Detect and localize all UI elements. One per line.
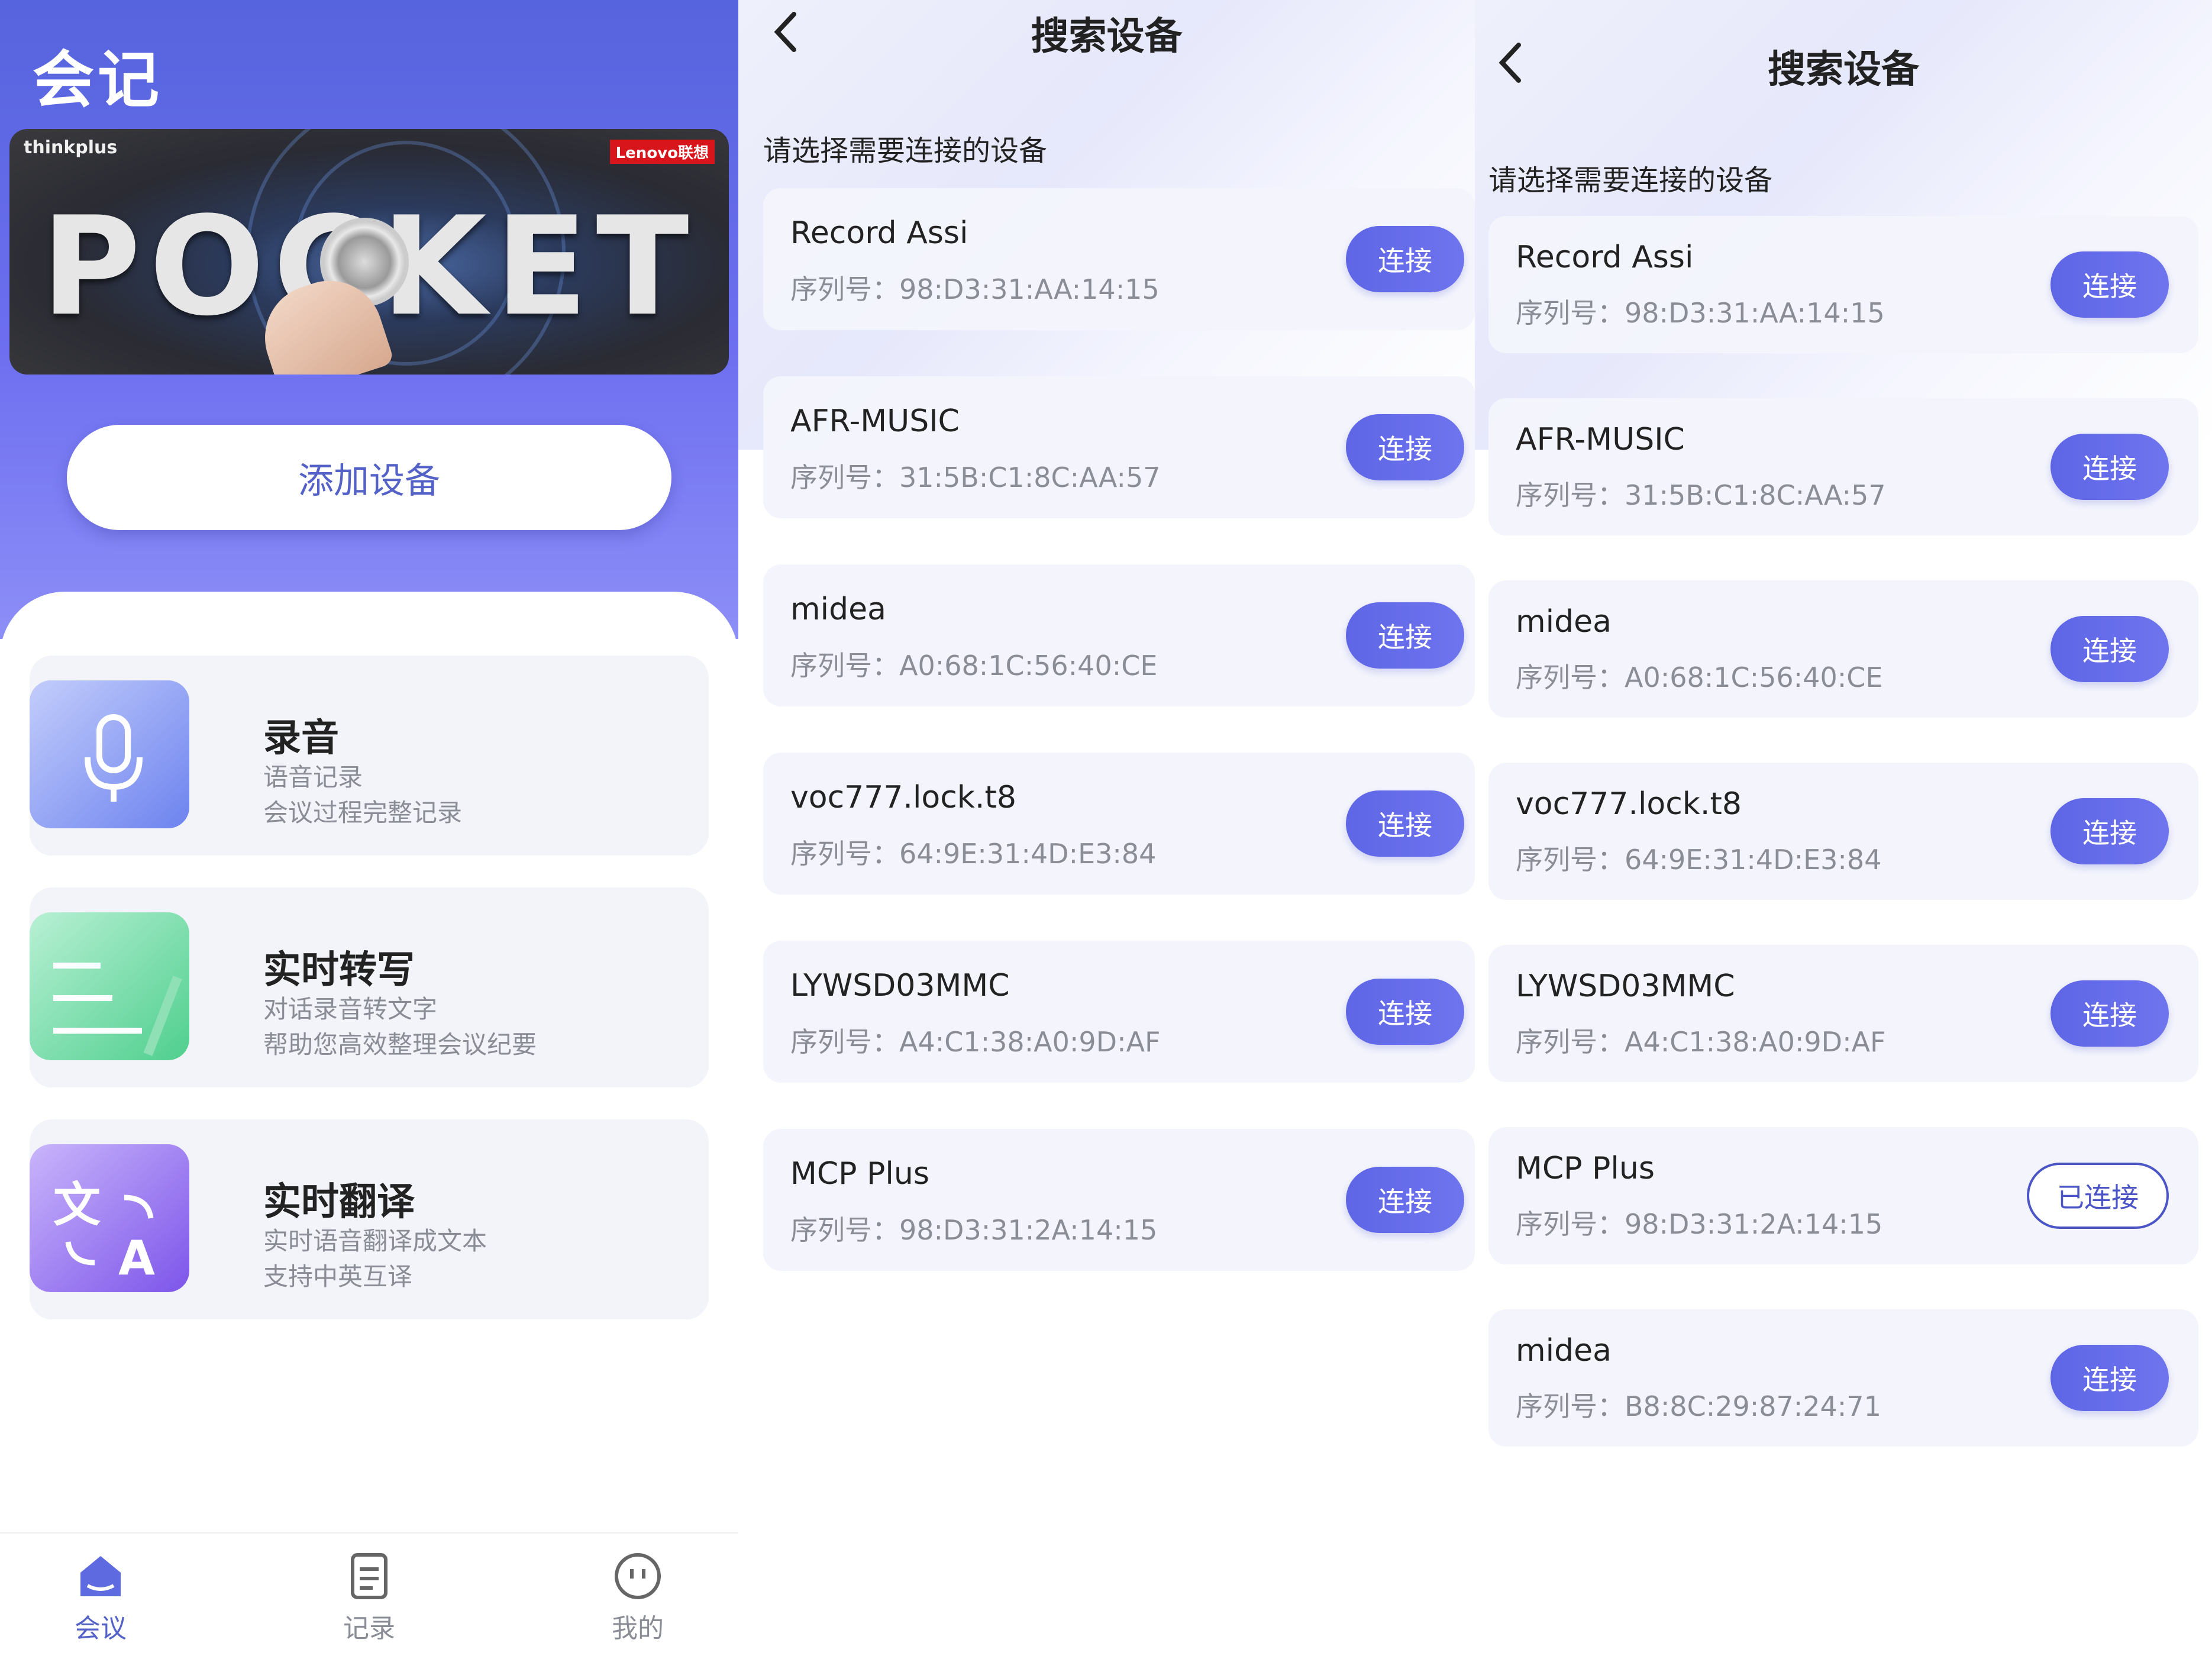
tab-records[interactable]: 记录 <box>310 1551 428 1645</box>
meeting-home-icon <box>76 1551 125 1601</box>
tab-label: 会议 <box>75 1613 127 1644</box>
profile-face-icon <box>613 1551 663 1601</box>
connect-button[interactable]: 连接 <box>2050 980 2169 1047</box>
feature-card-recording[interactable]: 录音 语音记录 会议过程完整记录 <box>30 656 709 856</box>
device-serial: 序列号：98:D3:31:AA:14:15 <box>790 273 1160 305</box>
connect-button[interactable]: 连接 <box>2050 1345 2169 1411</box>
device-name: Record Assi <box>1516 240 1694 275</box>
device-card: MCP Plus 序列号：98:D3:31:2A:14:15 已连接 <box>1488 1127 2198 1264</box>
device-name: MCP Plus <box>790 1156 929 1192</box>
thinkplus-logo: thinkplus <box>24 137 118 158</box>
search-devices-screen-connected: 搜索设备 请选择需要连接的设备 Record Assi 序列号：98:D3:31:… <box>1475 0 2212 1659</box>
device-serial: 序列号：64:9E:31:4D:E3:84 <box>1516 844 1882 876</box>
connect-button[interactable]: 连接 <box>1346 602 1464 669</box>
device-serial: 序列号：31:5B:C1:8C:AA:57 <box>790 461 1161 493</box>
translate-icon: 文 A <box>30 1144 189 1292</box>
device-serial: 序列号：A4:C1:38:A0:9D:AF <box>790 1026 1161 1058</box>
connect-button[interactable]: 连接 <box>1346 1167 1464 1233</box>
connect-button[interactable]: 连接 <box>1346 226 1464 292</box>
device-card: Record Assi 序列号：98:D3:31:AA:14:15 连接 <box>1488 216 2198 353</box>
device-name: voc777.lock.t8 <box>1516 786 1742 822</box>
device-name: LYWSD03MMC <box>790 968 1010 1003</box>
connect-button[interactable]: 连接 <box>1346 414 1464 480</box>
device-serial: 序列号：98:D3:31:AA:14:15 <box>1516 297 1885 329</box>
device-card: Record Assi 序列号：98:D3:31:AA:14:15 连接 <box>763 188 1475 330</box>
device-name: Record Assi <box>790 215 968 251</box>
device-serial: 序列号：A0:68:1C:56:40:CE <box>790 650 1158 682</box>
device-name: voc777.lock.t8 <box>790 780 1016 815</box>
device-name: LYWSD03MMC <box>1516 969 1735 1004</box>
device-name: midea <box>1516 1333 1612 1368</box>
device-serial: 序列号：B8:8C:29:87:24:71 <box>1516 1390 1881 1422</box>
device-card: midea 序列号：A0:68:1C:56:40:CE 连接 <box>763 564 1475 706</box>
device-serial: 序列号：31:5B:C1:8C:AA:57 <box>1516 479 1886 511</box>
device-serial: 序列号：A0:68:1C:56:40:CE <box>1516 661 1883 693</box>
select-device-hint: 请选择需要连接的设备 <box>1488 164 1773 197</box>
transcribe-note-icon <box>30 912 189 1060</box>
connect-button[interactable]: 连接 <box>1346 979 1464 1045</box>
device-serial: 序列号：98:D3:31:2A:14:15 <box>790 1214 1158 1246</box>
page-title: 搜索设备 <box>1768 48 1919 92</box>
feature-title: 录音 <box>263 716 339 760</box>
device-name: midea <box>1516 604 1612 640</box>
device-card: MCP Plus 序列号：98:D3:31:2A:14:15 连接 <box>763 1129 1475 1271</box>
feature-description: 会议过程完整记录 <box>263 798 463 827</box>
app-title: 会记 <box>33 44 163 116</box>
records-doc-icon <box>344 1551 394 1601</box>
device-name: AFR-MUSIC <box>1516 422 1685 457</box>
device-card: AFR-MUSIC 序列号：31:5B:C1:8C:AA:57 连接 <box>1488 398 2198 535</box>
device-serial: 序列号：98:D3:31:2A:14:15 <box>1516 1208 1883 1240</box>
tab-label: 我的 <box>612 1613 664 1644</box>
connect-button[interactable]: 连接 <box>2050 616 2169 682</box>
feature-card-translation[interactable]: 文 A 实时翻译 实时语音翻译成文本 支持中英互译 <box>30 1119 709 1319</box>
connect-button[interactable]: 连接 <box>1346 790 1464 857</box>
home-screen: 会记 thinkplus Lenovo联想 POCKET 添加设备 录音 语音记… <box>0 0 738 1659</box>
feature-title: 实时翻译 <box>263 1180 415 1224</box>
device-card: midea 序列号：A0:68:1C:56:40:CE 连接 <box>1488 580 2198 718</box>
feature-subtitle: 语音记录 <box>263 763 363 792</box>
tab-profile[interactable]: 我的 <box>579 1551 697 1645</box>
connected-button[interactable]: 已连接 <box>2027 1163 2169 1229</box>
connect-button[interactable]: 连接 <box>2050 798 2169 864</box>
tab-meeting[interactable]: 会议 <box>41 1551 160 1645</box>
features-section: 录音 语音记录 会议过程完整记录 实时转写 对话录音转文字 帮助您高效整理会议纪… <box>0 592 738 1538</box>
device-name: midea <box>790 592 886 627</box>
feature-subtitle: 实时语音翻译成文本 <box>263 1227 487 1255</box>
connect-button[interactable]: 连接 <box>2050 251 2169 318</box>
select-device-hint: 请选择需要连接的设备 <box>763 134 1048 167</box>
device-name: MCP Plus <box>1516 1151 1655 1186</box>
svg-text:文: 文 <box>53 1177 101 1232</box>
device-card: LYWSD03MMC 序列号：A4:C1:38:A0:9D:AF 连接 <box>763 941 1475 1083</box>
search-devices-screen: 搜索设备 请选择需要连接的设备 Record Assi 序列号：98:D3:31:… <box>738 0 1475 1659</box>
device-card: AFR-MUSIC 序列号：31:5B:C1:8C:AA:57 连接 <box>763 376 1475 518</box>
tab-label: 记录 <box>343 1613 395 1644</box>
device-serial: 序列号：64:9E:31:4D:E3:84 <box>790 838 1157 870</box>
svg-text:A: A <box>118 1231 155 1286</box>
device-card: midea 序列号：B8:8C:29:87:24:71 连接 <box>1488 1309 2198 1447</box>
device-card: voc777.lock.t8 序列号：64:9E:31:4D:E3:84 连接 <box>763 753 1475 895</box>
device-card: voc777.lock.t8 序列号：64:9E:31:4D:E3:84 连接 <box>1488 763 2198 900</box>
device-card: LYWSD03MMC 序列号：A4:C1:38:A0:9D:AF 连接 <box>1488 945 2198 1082</box>
lenovo-logo: Lenovo联想 <box>609 140 715 164</box>
feature-description: 帮助您高效整理会议纪要 <box>263 1030 537 1059</box>
connect-button[interactable]: 连接 <box>2050 434 2169 500</box>
microphone-icon <box>30 680 189 828</box>
add-device-button[interactable]: 添加设备 <box>67 425 671 530</box>
page-title: 搜索设备 <box>1031 15 1183 59</box>
feature-title: 实时转写 <box>263 948 415 992</box>
feature-card-transcription[interactable]: 实时转写 对话录音转文字 帮助您高效整理会议纪要 <box>30 887 709 1087</box>
feature-subtitle: 对话录音转文字 <box>263 995 438 1024</box>
pocket-banner[interactable]: thinkplus Lenovo联想 POCKET <box>9 129 729 375</box>
feature-description: 支持中英互译 <box>263 1262 413 1291</box>
device-name: AFR-MUSIC <box>790 404 960 439</box>
device-serial: 序列号：A4:C1:38:A0:9D:AF <box>1516 1026 1886 1058</box>
bottom-tab-bar: 会议 记录 我的 <box>0 1532 738 1659</box>
